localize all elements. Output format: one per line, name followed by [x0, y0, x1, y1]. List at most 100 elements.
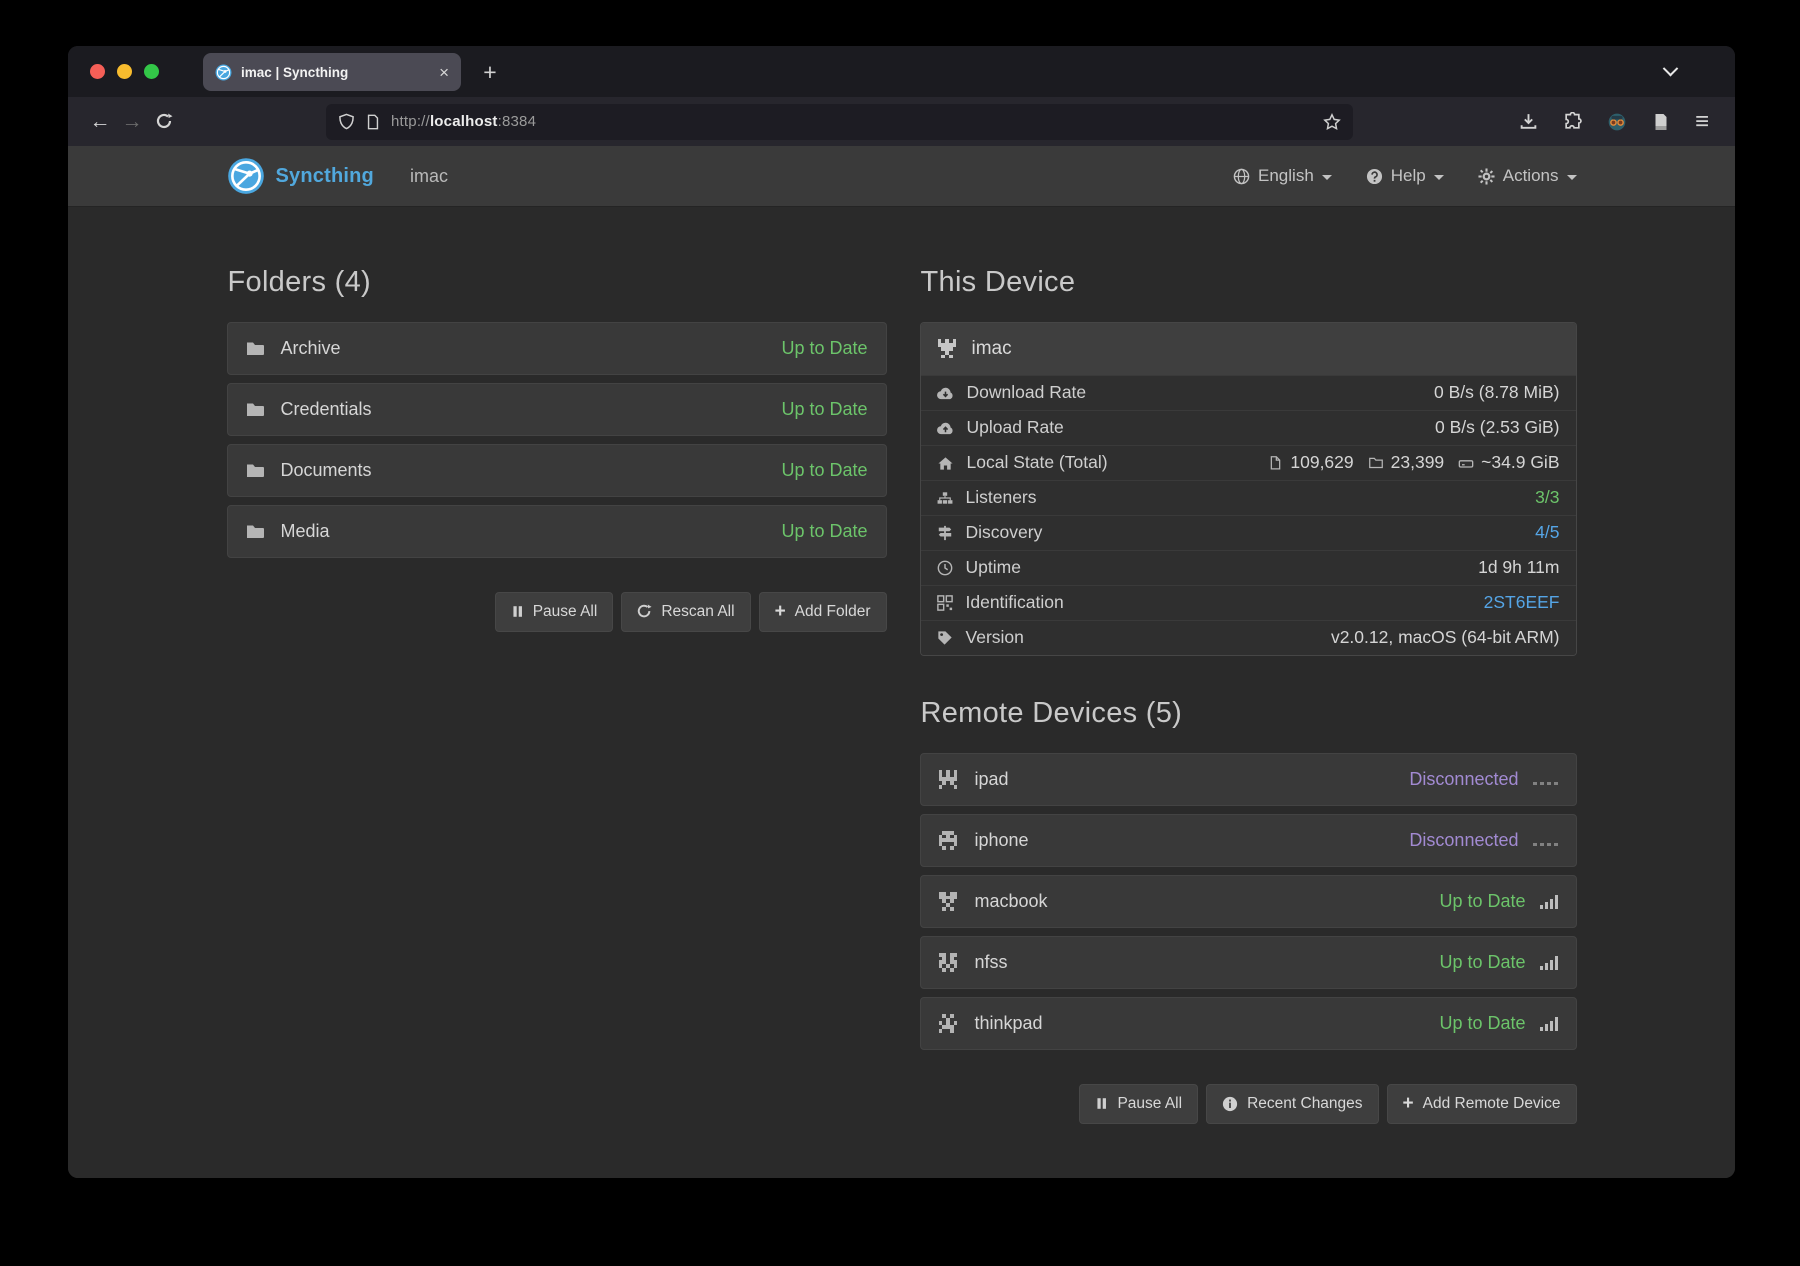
minimize-window-button[interactable] [117, 64, 132, 79]
language-menu-label: English [1258, 166, 1314, 186]
pause-all-folders-button[interactable]: Pause All [495, 592, 614, 632]
device-identicon-imac [938, 339, 957, 358]
syncthing-brand[interactable]: Syncthing [227, 157, 374, 195]
caret-down-icon [1434, 175, 1444, 180]
reload-button[interactable] [148, 106, 180, 138]
browser-tab[interactable]: imac | Syncthing × [203, 53, 461, 91]
cloud-upload-icon [937, 420, 954, 435]
device-identicon-macbook [939, 892, 958, 911]
folder-row-media[interactable]: Media Up to Date [227, 505, 887, 558]
hamburger-menu-icon[interactable]: ≡ [1695, 110, 1709, 134]
info-circle-icon [1222, 1096, 1238, 1112]
signal-bars-icon [1540, 955, 1558, 970]
folder-status-badge: Up to Date [781, 338, 867, 359]
tab-strip: imac | Syncthing × + [68, 46, 1735, 97]
stat-label-text: Identification [966, 592, 1064, 613]
tab-list-dropdown-button[interactable] [1657, 60, 1683, 82]
rescan-all-button[interactable]: Rescan All [621, 592, 750, 632]
device-row-ipad[interactable]: ipad Disconnected [920, 753, 1577, 806]
folder-row-documents[interactable]: Documents Up to Date [227, 444, 887, 497]
forward-button[interactable]: → [116, 106, 148, 138]
device-status-badge: Disconnected [1409, 830, 1518, 851]
local-files-count: 109,629 [1290, 452, 1353, 473]
reader-document-icon[interactable] [1652, 113, 1670, 131]
folders-buttons: Pause All Rescan All + Add Folder [227, 592, 887, 632]
folder-status-badge: Up to Date [781, 460, 867, 481]
device-name: iphone [975, 830, 1029, 851]
close-window-button[interactable] [90, 64, 105, 79]
this-device-heading: This Device [921, 267, 1577, 299]
url-bar[interactable]: http://localhost:8384 [326, 104, 1353, 140]
discovery-value[interactable]: 4/5 [1535, 522, 1559, 543]
stat-label-text: Discovery [966, 522, 1043, 543]
back-button[interactable]: ← [84, 106, 116, 138]
stat-row-local-state: Local State (Total) 109,629 23,399 ~34.9… [921, 445, 1576, 480]
remote-devices-heading: Remote Devices (5) [921, 698, 1577, 730]
stat-value: 0 B/s (8.78 MiB) [1434, 382, 1559, 403]
device-row-nfss[interactable]: nfss Up to Date [920, 936, 1577, 989]
page-info-icon[interactable] [365, 114, 381, 130]
folder-status-badge: Up to Date [781, 399, 867, 420]
device-status-badge: Up to Date [1439, 952, 1525, 973]
version-value: v2.0.12, macOS (64-bit ARM) [1331, 627, 1560, 648]
brand-name: Syncthing [276, 165, 374, 188]
extensions-puzzle-icon[interactable] [1563, 112, 1582, 131]
url-text[interactable]: http://localhost:8384 [391, 113, 1313, 130]
navbar-device-title: imac [410, 166, 448, 187]
syncthing-page: Syncthing imac English Help [68, 146, 1735, 1178]
url-host: localhost [430, 113, 498, 130]
local-folders-count: 23,399 [1391, 452, 1445, 473]
recent-changes-button[interactable]: Recent Changes [1206, 1084, 1378, 1124]
caret-down-icon [1322, 175, 1332, 180]
device-status-badge: Up to Date [1439, 1013, 1525, 1034]
folder-row-archive[interactable]: Archive Up to Date [227, 322, 887, 375]
toolbar-icons: ≡ [1519, 110, 1719, 134]
pause-all-devices-button[interactable]: Pause All [1079, 1084, 1198, 1124]
plus-icon: + [775, 601, 786, 623]
device-row-iphone[interactable]: iphone Disconnected [920, 814, 1577, 867]
device-row-thinkpad[interactable]: thinkpad Up to Date [920, 997, 1577, 1050]
device-identicon-iphone [939, 831, 958, 850]
stat-row-upload-rate: Upload Rate 0 B/s (2.53 GiB) [921, 410, 1576, 445]
shield-icon[interactable] [338, 113, 355, 130]
tab-title: imac | Syncthing [241, 65, 430, 80]
zoom-window-button[interactable] [144, 64, 159, 79]
recent-changes-label: Recent Changes [1247, 1095, 1362, 1113]
devices-section: This Device imac Download Rate 0 B/s (8.… [920, 267, 1577, 1124]
url-protocol: http:// [391, 113, 430, 130]
folder-icon [246, 522, 264, 540]
bookmark-star-icon[interactable] [1323, 113, 1341, 131]
pause-icon [1095, 1096, 1108, 1111]
add-remote-device-button[interactable]: + Add Remote Device [1387, 1084, 1577, 1124]
signal-bars-icon [1540, 1016, 1558, 1031]
signal-bars-icon [1540, 894, 1558, 909]
file-icon [1268, 455, 1283, 471]
device-row-macbook[interactable]: macbook Up to Date [920, 875, 1577, 928]
pause-all-label: Pause All [533, 603, 598, 621]
device-status-badge: Up to Date [1439, 891, 1525, 912]
chevron-down-icon [1662, 60, 1678, 76]
stat-row-version: Version v2.0.12, macOS (64-bit ARM) [921, 620, 1576, 655]
downloads-icon[interactable] [1519, 112, 1538, 131]
tag-icon [937, 630, 953, 646]
gear-icon [1478, 168, 1495, 185]
stat-row-identification: Identification 2ST6EEF [921, 585, 1576, 620]
add-folder-button[interactable]: + Add Folder [759, 592, 887, 632]
tab-close-icon[interactable]: × [439, 64, 449, 81]
identification-link[interactable]: 2ST6EEF [1484, 592, 1560, 613]
actions-menu-label: Actions [1503, 166, 1559, 186]
extension-face-icon[interactable] [1607, 112, 1627, 132]
browser-window: imac | Syncthing × + ← → http://localhos… [68, 46, 1735, 1178]
this-device-header[interactable]: imac [921, 323, 1576, 375]
device-status-badge: Disconnected [1409, 769, 1518, 790]
folder-row-credentials[interactable]: Credentials Up to Date [227, 383, 887, 436]
clock-icon [937, 560, 953, 576]
new-tab-button[interactable]: + [474, 56, 506, 88]
language-menu[interactable]: English [1233, 166, 1332, 186]
device-identicon-nfss [939, 953, 958, 972]
stat-row-listeners: Listeners 3/3 [921, 480, 1576, 515]
actions-menu[interactable]: Actions [1478, 166, 1577, 186]
listeners-value: 3/3 [1535, 487, 1559, 508]
help-menu[interactable]: Help [1366, 166, 1444, 186]
stat-label-text: Version [966, 627, 1024, 648]
